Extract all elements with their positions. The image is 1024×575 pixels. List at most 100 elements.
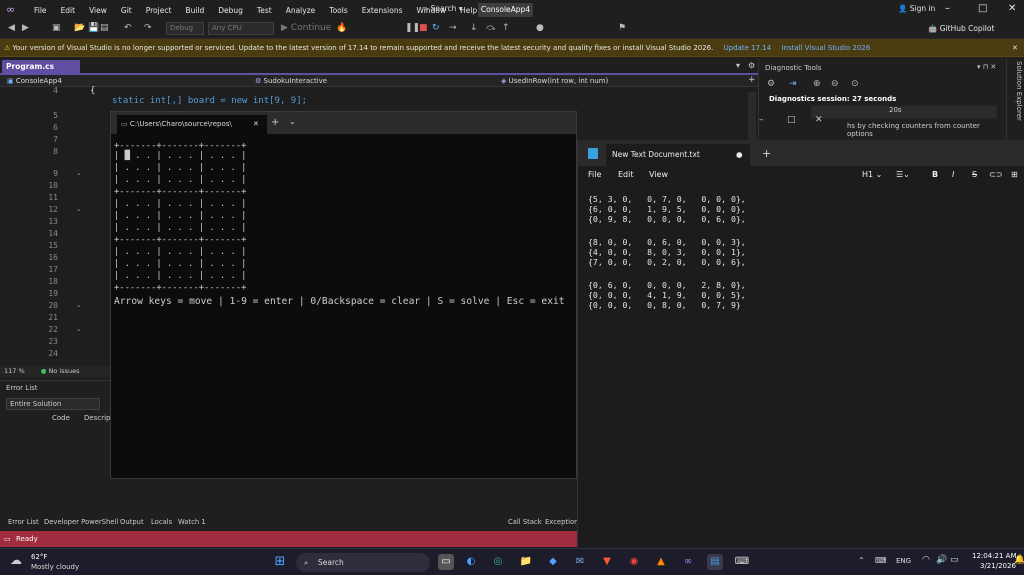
github-copilot-button[interactable]: 🤖 GitHub Copilot (928, 24, 994, 33)
menu-edit[interactable]: Edit (54, 6, 83, 15)
chrome-icon[interactable]: ◉ (626, 554, 642, 570)
weather-icon[interactable]: ☁ (10, 553, 26, 569)
fold-chevron-icon[interactable]: ⌄ (76, 169, 82, 177)
save-icon[interactable]: 💾 (88, 23, 99, 33)
minimize-icon[interactable]: – (945, 3, 950, 14)
tab-program-cs[interactable]: Program.cs ⊞ ✕ (2, 60, 80, 85)
back-icon[interactable]: ◀ (8, 23, 15, 33)
vlc-icon[interactable]: ▲ (653, 554, 669, 570)
battery-icon[interactable]: ▭ (950, 555, 959, 565)
fold-chevron-icon[interactable]: ⌄ (76, 301, 82, 309)
maximize-icon[interactable]: □ (978, 3, 987, 14)
reset-zoom-icon[interactable]: ⊙ (851, 79, 859, 89)
unsaved-dot-icon[interactable]: ● (736, 144, 743, 166)
notepad-menu-edit[interactable]: Edit (618, 166, 634, 184)
continue-button[interactable]: ▶ Continue (281, 23, 331, 33)
menu-extensions[interactable]: Extensions (355, 6, 410, 15)
console-window[interactable]: ▭ C:\Users\Charo\source\repos\ ✕ + ⌄ – □… (110, 111, 823, 479)
notepad-menu-view[interactable]: View (649, 166, 668, 184)
settings-icon[interactable]: ⚙ (767, 79, 775, 89)
tab-call-stack[interactable]: Call Stack (508, 516, 542, 529)
notifications-icon[interactable]: 🔔 (1014, 555, 1024, 565)
member-dropdown[interactable]: ◈ UsedInRow(int row, int num) (498, 75, 744, 87)
diag-timeline[interactable] (811, 106, 997, 118)
panel-menu-icons[interactable]: ▾ ⊓ ✕ (977, 63, 996, 71)
notepad-text-line[interactable]: {0, 0, 0, 0, 8, 0, 0, 7, 9} (588, 300, 741, 311)
notepad-text-line[interactable]: {7, 0, 0, 0, 2, 0, 0, 0, 6}, (588, 257, 746, 268)
notepad-taskbar-icon[interactable]: ▤ (707, 554, 723, 570)
menu-test[interactable]: Test (250, 6, 279, 15)
console-tab[interactable]: ▭ C:\Users\Charo\source\repos\ ✕ (117, 115, 267, 134)
tab-watch-1[interactable]: Watch 1 (178, 516, 206, 529)
tab-error-list[interactable]: Error List (8, 516, 39, 529)
volume-icon[interactable]: 🔊 (936, 555, 947, 565)
undo-icon[interactable]: ↶ (124, 23, 132, 33)
step-into-icon[interactable]: ↓ (470, 23, 478, 33)
console-tab-close-icon[interactable]: ✕ (253, 115, 259, 134)
tab-exception-settings[interactable]: Exception (545, 516, 578, 529)
column-header-code[interactable]: Code (52, 414, 70, 422)
store-icon[interactable]: ◆ (545, 554, 561, 570)
open-icon[interactable]: 📂 (74, 23, 85, 33)
table-icon[interactable]: ⊞ (1011, 166, 1018, 184)
close-icon[interactable]: ✕ (1008, 3, 1016, 14)
bookmark-icon[interactable]: ⚑ (618, 23, 626, 33)
menu-build[interactable]: Build (178, 6, 211, 15)
notepad-text-line[interactable]: {0, 9, 8, 0, 0, 0, 0, 6, 0}, (588, 214, 746, 225)
vs-search-button[interactable]: ⌕ Search ▾ (424, 4, 463, 14)
error-scope-combo[interactable]: Entire Solution (6, 398, 100, 410)
new-tab-icon[interactable]: + (762, 147, 771, 160)
export-icon[interactable]: ⇥ (789, 79, 797, 89)
platform-combo[interactable]: Any CPU (208, 22, 274, 35)
restart-icon[interactable]: ↻ (432, 23, 440, 33)
tab-locals[interactable]: Locals (151, 516, 172, 529)
visual-studio-icon[interactable]: ∞ (680, 554, 696, 570)
fold-chevron-icon[interactable]: ⌄ (76, 325, 82, 333)
menu-file[interactable]: File (27, 6, 54, 15)
taskbar-search[interactable]: ⌕ Search (296, 553, 430, 572)
menu-tools[interactable]: Tools (322, 6, 354, 15)
start-icon[interactable]: ⊞ (272, 554, 288, 570)
edge-icon[interactable]: ◎ (490, 554, 506, 570)
console-maximize-icon[interactable]: □ (787, 115, 796, 125)
update-link[interactable]: Update 17.14 (724, 44, 772, 52)
configuration-combo[interactable]: Debug (166, 22, 204, 35)
tab-output[interactable]: Output (120, 516, 144, 529)
clock-date[interactable]: 3/21/2026 (980, 562, 1016, 570)
link-icon[interactable]: ⊂⊃ (989, 166, 1002, 184)
clock-time[interactable]: 12:04:21 AM (972, 552, 1017, 560)
italic-icon[interactable]: I (952, 166, 954, 184)
tab-developer-powershell[interactable]: Developer PowerShell (44, 516, 118, 529)
issues-status[interactable]: No issues (48, 367, 79, 375)
save-all-icon[interactable]: ▤ (100, 23, 109, 33)
weather-temp[interactable]: 62°F (31, 553, 47, 561)
pause-icon[interactable]: ❚❚ (405, 23, 420, 33)
task-view-icon[interactable]: ▭ (438, 554, 454, 570)
copilot-app-icon[interactable]: ◐ (463, 554, 479, 570)
console-minimize-icon[interactable]: – (759, 115, 764, 125)
show-hidden-icons-icon[interactable]: ⌃ (858, 556, 865, 565)
hot-reload-icon[interactable]: 🔥 (336, 23, 347, 33)
menu-view[interactable]: View (82, 6, 114, 15)
infobar-close-icon[interactable]: ✕ (1012, 39, 1018, 57)
zoom-in-icon[interactable]: ⊕ (813, 79, 821, 89)
notepad-tab[interactable]: New Text Document.txt ● (606, 144, 750, 166)
breakpoint-icon[interactable]: ● (536, 23, 544, 33)
weather-description[interactable]: Mostly cloudy (31, 563, 79, 571)
new-item-icon[interactable]: ▣ (52, 23, 61, 33)
sign-in-button[interactable]: 👤 Sign in (898, 4, 935, 13)
step-over-icon[interactable]: ⤼ (486, 23, 496, 33)
menu-debug[interactable]: Debug (211, 6, 250, 15)
bold-icon[interactable]: B (932, 166, 938, 184)
file-explorer-icon[interactable]: 📁 (518, 554, 534, 570)
tab-dropdown-icon[interactable]: ⌄ (289, 117, 296, 126)
stop-icon[interactable]: ■ (419, 23, 428, 33)
menu-git[interactable]: Git (114, 6, 139, 15)
mail-icon[interactable]: ✉ (572, 554, 588, 570)
strikethrough-icon[interactable]: S (972, 166, 977, 184)
menu-analyze[interactable]: Analyze (279, 6, 323, 15)
tab-settings-icon[interactable]: ⚙ (748, 61, 755, 70)
split-add-icon[interactable]: + (748, 75, 756, 85)
language-indicator[interactable]: ENG (896, 557, 911, 565)
zoom-level[interactable]: 117 % (4, 367, 25, 375)
